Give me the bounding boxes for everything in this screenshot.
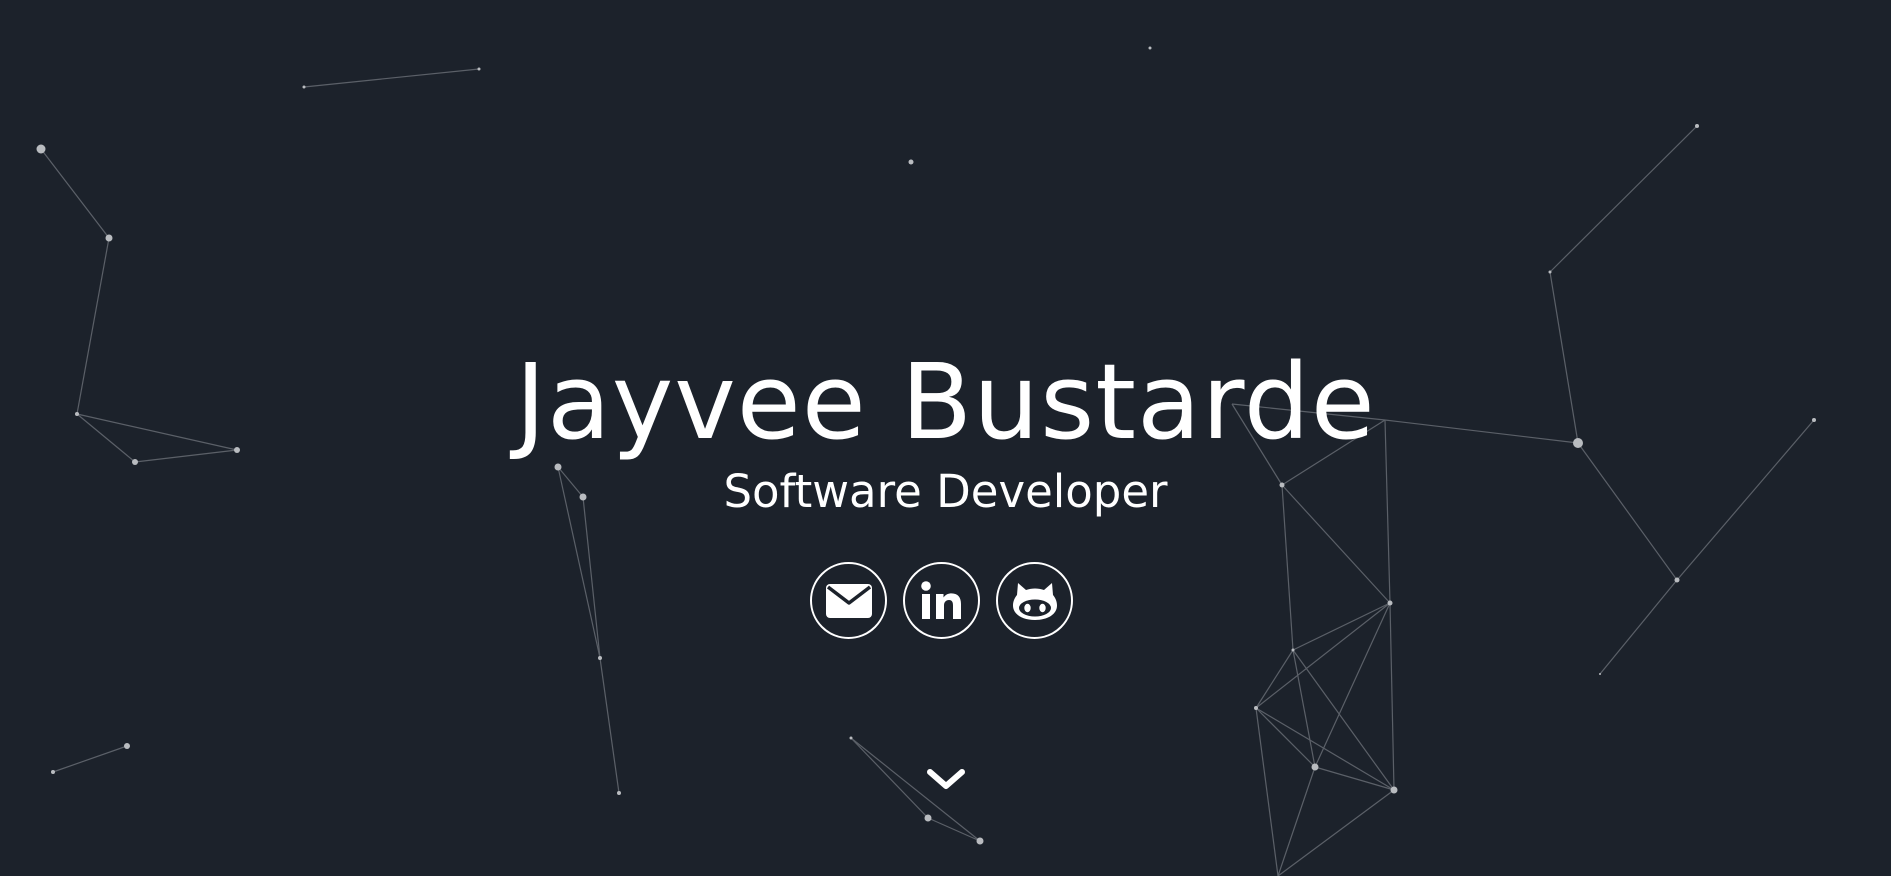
linkedin-icon: [920, 580, 961, 619]
scroll-down-button[interactable]: [924, 762, 968, 796]
chevron-down-icon: [927, 769, 965, 789]
envelope-icon: [825, 583, 872, 618]
linkedin-button[interactable]: [903, 562, 980, 639]
subtitle-role: Software Developer: [723, 465, 1168, 518]
hero-section: Jayvee Bustarde Software Developer: [0, 0, 1891, 876]
email-button[interactable]: [810, 562, 887, 639]
github-button[interactable]: [996, 562, 1073, 639]
hero-text: Jayvee Bustarde Software Developer: [0, 342, 1891, 522]
github-octocat-icon: [1012, 582, 1057, 620]
page-title: Jayvee Bustarde: [515, 341, 1376, 463]
social-links: [810, 562, 1073, 639]
